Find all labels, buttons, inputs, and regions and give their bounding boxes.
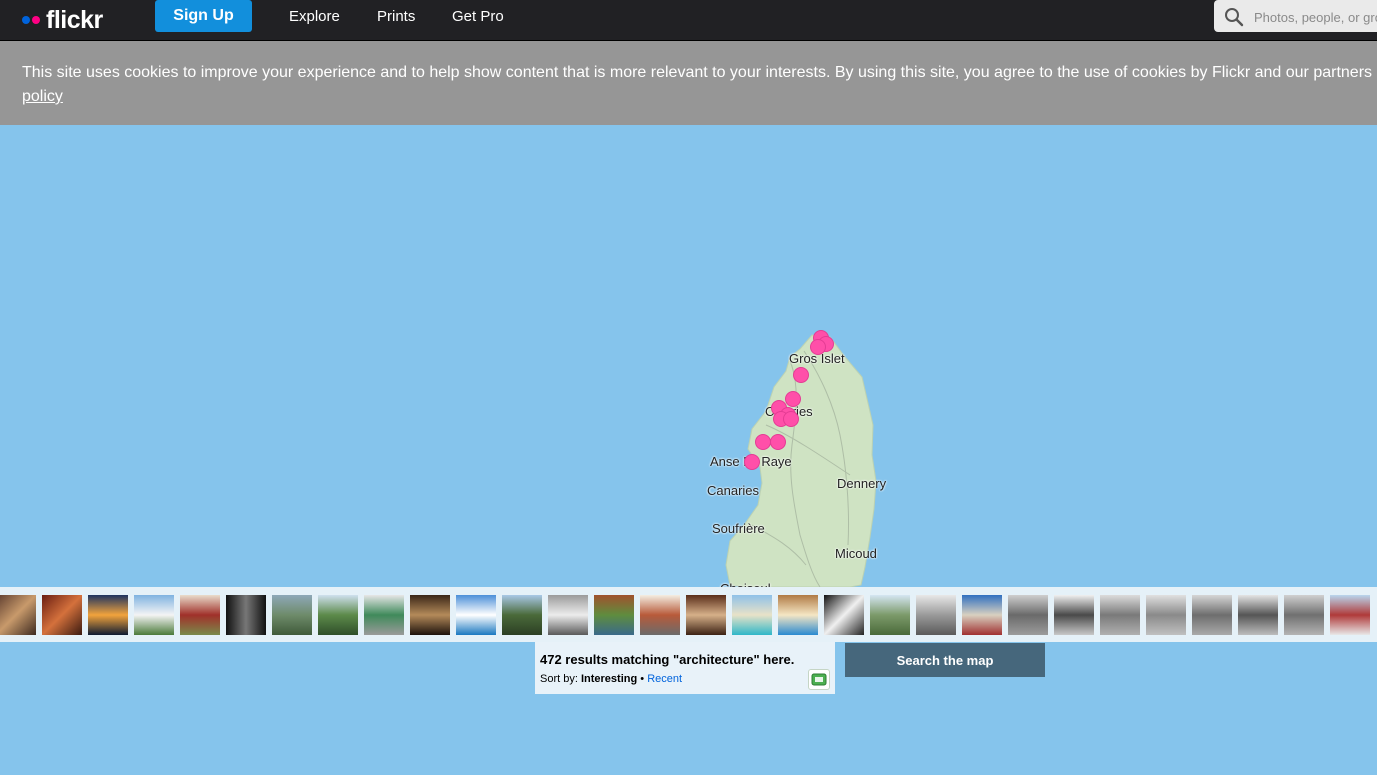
photo-thumbnail[interactable] — [732, 595, 772, 635]
cookie-policy-link[interactable]: policy — [22, 85, 63, 109]
photo-strip — [0, 587, 1377, 642]
photo-thumbnail[interactable] — [410, 595, 450, 635]
photo-thumbnail[interactable] — [594, 595, 634, 635]
photo-thumbnail[interactable] — [364, 595, 404, 635]
cookie-text: This site uses cookies to improve your e… — [22, 64, 1373, 81]
flickr-logo[interactable]: flickr — [22, 4, 103, 36]
top-nav: flickr Sign Up Explore Prints Get Pro — [0, 0, 1377, 41]
photo-thumbnail[interactable] — [1054, 595, 1094, 635]
photo-thumbnail[interactable] — [180, 595, 220, 635]
logo-pink-dot — [32, 16, 40, 24]
photo-thumbnail[interactable] — [916, 595, 956, 635]
sort-interesting[interactable]: Interesting — [581, 673, 637, 685]
sort-options: Sort by: Interesting • Recent — [540, 673, 682, 685]
photo-thumbnail[interactable] — [1008, 595, 1048, 635]
results-count: 472 results matching "architecture" here… — [540, 652, 795, 667]
sort-separator: • — [640, 673, 645, 685]
photo-thumbnail[interactable] — [456, 595, 496, 635]
nav-explore[interactable]: Explore — [289, 8, 340, 25]
slideshow-button[interactable] — [808, 669, 830, 690]
photo-marker[interactable] — [793, 367, 809, 383]
photo-thumbnail[interactable] — [1192, 595, 1232, 635]
photo-thumbnail[interactable] — [962, 595, 1002, 635]
photo-thumbnail[interactable] — [548, 595, 588, 635]
slideshow-icon — [811, 673, 827, 686]
photo-marker[interactable] — [810, 339, 826, 355]
photo-thumbnail[interactable] — [272, 595, 312, 635]
logo-text: flickr — [46, 5, 103, 34]
search-box[interactable] — [1214, 0, 1377, 34]
search-the-map-button[interactable]: Search the map — [845, 643, 1045, 677]
photo-thumbnail[interactable] — [1146, 595, 1186, 635]
results-summary: 472 results matching "architecture" here… — [535, 642, 835, 694]
search-input[interactable] — [1252, 0, 1377, 34]
search-icon[interactable] — [1224, 7, 1244, 27]
photo-thumbnail[interactable] — [640, 595, 680, 635]
photo-thumbnail[interactable] — [226, 595, 266, 635]
photo-thumbnail[interactable] — [88, 595, 128, 635]
photo-thumbnail[interactable] — [1330, 595, 1370, 635]
photo-thumbnail[interactable] — [686, 595, 726, 635]
photo-marker[interactable] — [755, 434, 771, 450]
photo-thumbnail[interactable] — [778, 595, 818, 635]
nav-prints[interactable]: Prints — [377, 8, 415, 25]
photo-thumbnail[interactable] — [134, 595, 174, 635]
photo-marker[interactable] — [783, 411, 799, 427]
photo-thumbnail[interactable] — [42, 595, 82, 635]
place-label: Canaries — [707, 483, 760, 498]
place-label: Dennery — [837, 476, 887, 491]
place-label: Soufrière — [712, 521, 765, 536]
photo-marker[interactable] — [744, 454, 760, 470]
logo-blue-dot — [22, 16, 30, 24]
photo-marker[interactable] — [770, 434, 786, 450]
photo-thumbnail[interactable] — [502, 595, 542, 635]
nav-get-pro[interactable]: Get Pro — [452, 8, 504, 25]
place-label: Micoud — [835, 546, 877, 561]
photo-thumbnail[interactable] — [1100, 595, 1140, 635]
sign-up-button[interactable]: Sign Up — [155, 0, 252, 32]
photo-marker[interactable] — [785, 391, 801, 407]
cookie-banner: This site uses cookies to improve your e… — [0, 41, 1377, 125]
photo-thumbnail[interactable] — [1238, 595, 1278, 635]
sort-prefix: Sort by: — [540, 673, 578, 685]
photo-thumbnail[interactable] — [824, 595, 864, 635]
photo-thumbnail[interactable] — [0, 595, 36, 635]
photo-thumbnail[interactable] — [318, 595, 358, 635]
photo-thumbnail[interactable] — [1284, 595, 1324, 635]
photo-thumbnail[interactable] — [870, 595, 910, 635]
sort-recent-link[interactable]: Recent — [647, 673, 682, 685]
